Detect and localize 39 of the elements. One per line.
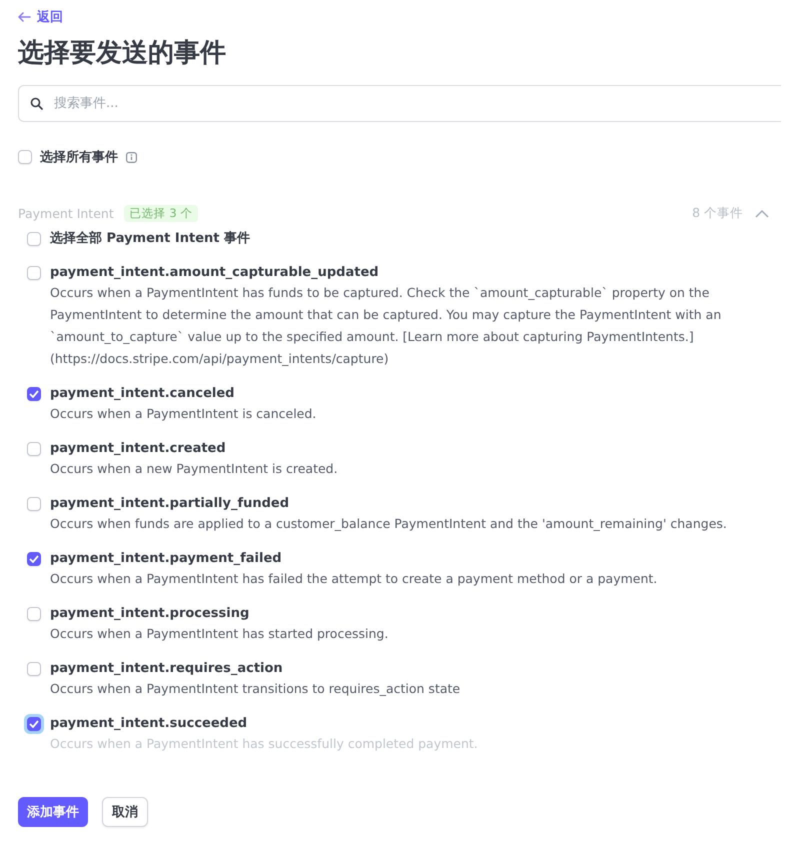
- event-name: payment_intent.succeeded: [50, 715, 248, 733]
- checkbox[interactable]: [27, 442, 41, 456]
- checkbox-label: 选择全部 Payment Intent 事件: [50, 230, 250, 248]
- search-field[interactable]: 搜索事件...: [18, 85, 781, 122]
- cancel-button[interactable]: 取消: [102, 797, 148, 827]
- search-icon: [30, 97, 43, 110]
- event-description: Occurs when a PaymentIntent has funds to be captured. Check the `amount_capturable` property on the PaymentIntent to determine the amount that can be captured. You may capture the PaymentIntent with an `amount_to_capture` value up to the specified amount. [Learn more about capturing PaymentIntents.](https://docs.stripe.com/api/payment_intents/capture): [50, 284, 722, 368]
- event-name: payment_intent.canceled: [50, 385, 236, 403]
- checkbox[interactable]: [18, 150, 32, 164]
- checkbox[interactable]: [27, 552, 41, 566]
- page-title: 选择要发送的事件: [18, 37, 227, 70]
- event-description: Occurs when a PaymentIntent has successfully completed payment.: [50, 735, 478, 753]
- event-description: Occurs when a PaymentIntent has failed the attempt to create a payment method or a payment.: [50, 570, 658, 588]
- event-description: Occurs when a PaymentIntent is canceled.: [50, 405, 316, 423]
- back-link[interactable]: 返回: [18, 8, 63, 26]
- chevron-icon[interactable]: [755, 208, 769, 218]
- event-description: Occurs when a PaymentIntent has started processing.: [50, 625, 388, 643]
- info-icon: [126, 152, 137, 162]
- event-description: Occurs when a PaymentIntent transitions to requires_action state: [50, 680, 460, 698]
- event-name: payment_intent.requires_action: [50, 660, 284, 678]
- checkbox[interactable]: [27, 266, 41, 280]
- selected-count-badge: 已选择 3 个: [124, 204, 198, 222]
- event-name: payment_intent.processing: [50, 605, 250, 623]
- event-description: Occurs when funds are applied to a customer_balance PaymentIntent and the 'amount_remaining' changes.: [50, 515, 727, 533]
- checkbox-label: 选择所有事件: [40, 149, 118, 166]
- event-name: payment_intent.payment_failed: [50, 550, 283, 568]
- back-arrow-icon: [18, 12, 31, 22]
- checkbox[interactable]: [27, 662, 41, 676]
- add-events-button[interactable]: 添加事件: [18, 797, 88, 827]
- checkbox[interactable]: [27, 607, 41, 621]
- event-description: Occurs when a new PaymentIntent is created.: [50, 460, 338, 478]
- checkbox[interactable]: [27, 497, 41, 511]
- checkbox[interactable]: [27, 232, 41, 246]
- event-count: 8 个事件: [692, 204, 743, 222]
- checkbox[interactable]: [27, 387, 41, 401]
- event-name: payment_intent.partially_funded: [50, 495, 290, 513]
- group-title: Payment Intent: [18, 206, 114, 220]
- event-name: payment_intent.created: [50, 440, 227, 458]
- event-name: payment_intent.amount_capturable_updated: [50, 264, 380, 282]
